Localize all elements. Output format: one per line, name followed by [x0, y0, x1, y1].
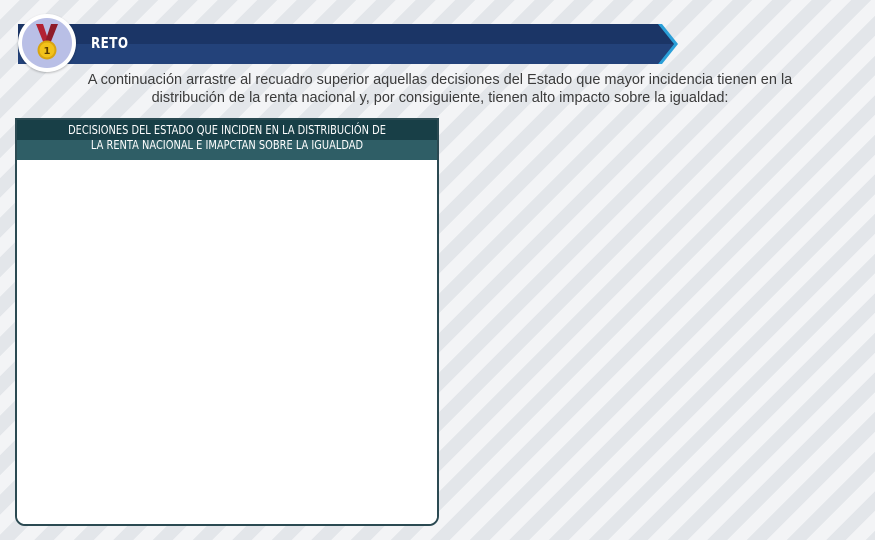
- panel-header-text: DECISIONES DEL ESTADO QUE INCIDEN EN LA …: [55, 123, 399, 153]
- header-banner: RETO: [18, 24, 678, 64]
- banner-title: RETO: [91, 34, 129, 52]
- panel-header-line1: DECISIONES DEL ESTADO QUE INCIDEN EN LA …: [68, 123, 386, 137]
- drop-panel[interactable]: DECISIONES DEL ESTADO QUE INCIDEN EN LA …: [15, 118, 439, 526]
- medal-number: 1: [44, 46, 51, 57]
- panel-header-line2: LA RENTA NACIONAL E IMAPCTAN SOBRE LA IG…: [90, 138, 364, 152]
- drop-zone[interactable]: [17, 160, 437, 524]
- instructions-text: A continuación arrastre al recuadro supe…: [87, 72, 793, 106]
- medal-badge: 1: [18, 14, 76, 72]
- medal-icon: 1: [22, 18, 72, 68]
- panel-header: DECISIONES DEL ESTADO QUE INCIDEN EN LA …: [17, 120, 437, 160]
